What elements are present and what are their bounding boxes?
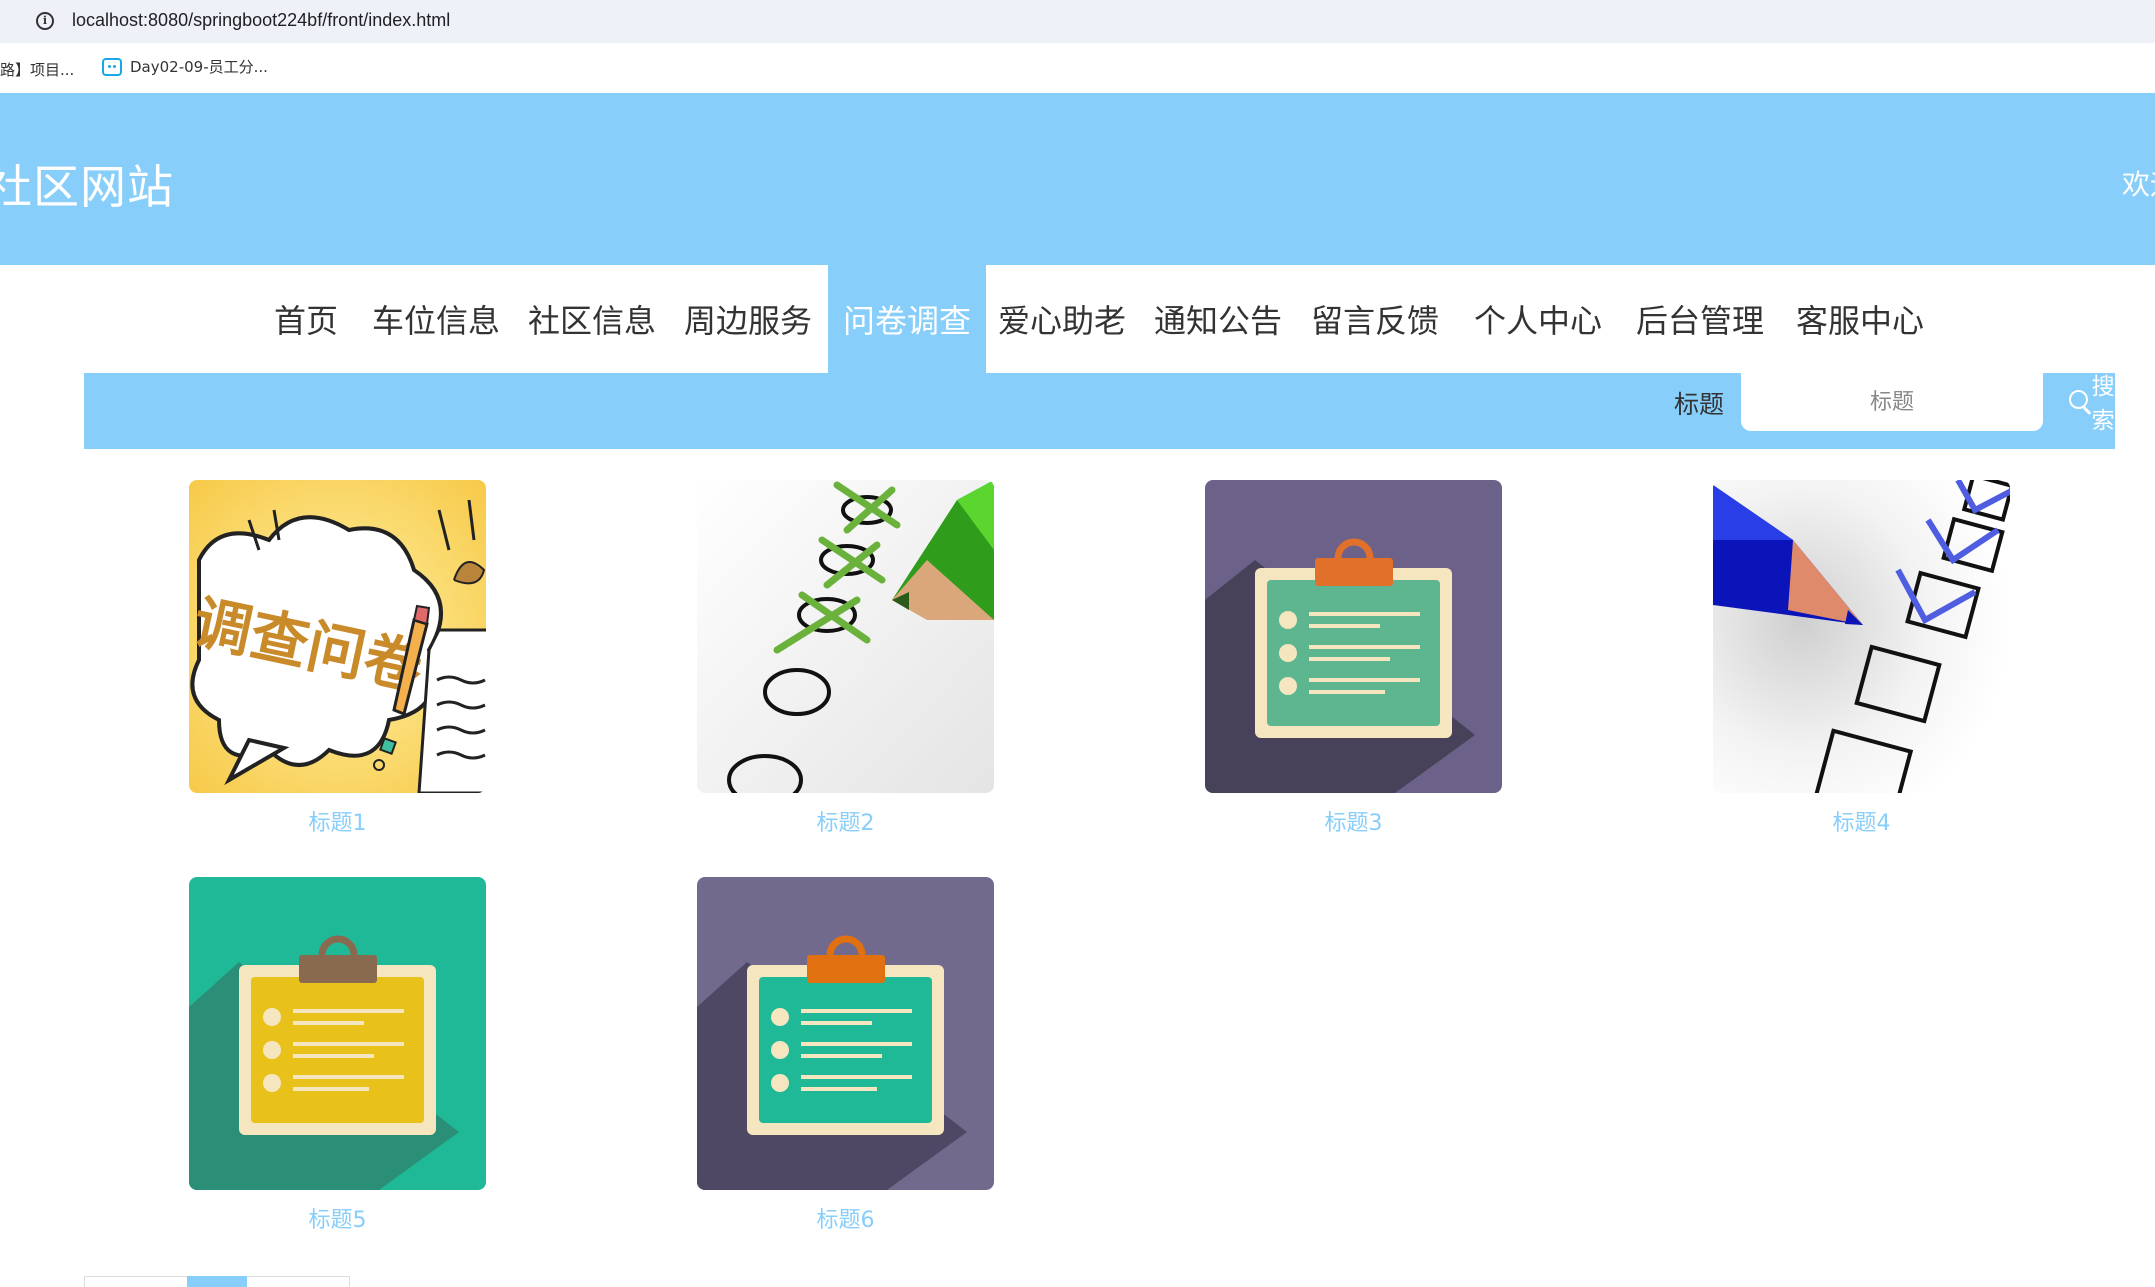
bilibili-icon xyxy=(102,57,122,76)
bookmark-item[interactable]: 路】项目... xyxy=(0,59,74,80)
nav-item-admin[interactable]: 后台管理 xyxy=(1630,265,1770,373)
pagination-active-page[interactable] xyxy=(187,1276,247,1287)
search-icon xyxy=(2069,390,2088,412)
pagination xyxy=(84,1276,350,1287)
card-title[interactable]: 标题1 xyxy=(189,805,486,837)
survey-card[interactable]: 标题2 xyxy=(697,480,994,837)
survey-card[interactable]: 标题5 xyxy=(189,877,486,1234)
clipboard-illustration xyxy=(189,877,486,1190)
survey-thumbnail[interactable] xyxy=(697,480,994,793)
browser-address-bar: i localhost:8080/springboot224bf/front/i… xyxy=(0,0,2155,43)
nav-item-notices[interactable]: 通知公告 xyxy=(1148,265,1288,373)
nav-item-home[interactable]: 首页 xyxy=(262,265,350,373)
clipboard-illustration xyxy=(697,877,994,1190)
main-nav: 首页 车位信息 社区信息 周边服务 问卷调查 爱心助老 通知公告 留言反馈 个人… xyxy=(0,265,2155,373)
survey-thumbnail[interactable] xyxy=(1205,480,1502,793)
nav-item-services[interactable]: 周边服务 xyxy=(678,265,818,373)
survey-thumbnail[interactable] xyxy=(1713,480,2010,793)
nav-item-support[interactable]: 客服中心 xyxy=(1790,265,1930,373)
site-info-icon[interactable]: i xyxy=(36,12,54,30)
clipboard-illustration xyxy=(1205,480,1502,793)
survey-card[interactable]: 标题6 xyxy=(697,877,994,1234)
survey-thumbnail[interactable]: 调查问卷 xyxy=(189,480,486,793)
checkbox-pencil-illustration xyxy=(1713,480,2010,793)
search-input[interactable] xyxy=(1741,373,2043,431)
welcome-text: 欢迎 xyxy=(2122,168,2155,201)
card-title[interactable]: 标题4 xyxy=(1713,805,2010,837)
card-title[interactable]: 标题5 xyxy=(189,1202,486,1234)
search-bar: 标题 搜索 xyxy=(84,373,2115,449)
site-header: 社区网站 欢迎 xyxy=(0,93,2155,265)
card-title[interactable]: 标题6 xyxy=(697,1202,994,1234)
nav-item-survey[interactable]: 问卷调查 xyxy=(828,265,986,373)
bookmark-label: Day02-09-员工分... xyxy=(130,58,268,76)
search-label: 标题 xyxy=(1674,390,1725,419)
card-title[interactable]: 标题2 xyxy=(697,805,994,837)
checklist-pencil-illustration xyxy=(697,480,994,793)
survey-thumbnail[interactable] xyxy=(697,877,994,1190)
survey-card[interactable]: 标题3 xyxy=(1205,480,1502,837)
nav-item-elderly-care[interactable]: 爱心助老 xyxy=(992,265,1132,373)
site-title: 社区网站 xyxy=(0,160,174,214)
bookmarks-bar: 路】项目... Day02-09-员工分... xyxy=(0,43,2155,93)
bookmark-item[interactable]: Day02-09-员工分... xyxy=(102,56,268,77)
search-button[interactable]: 搜索 xyxy=(2069,374,2122,434)
survey-card[interactable]: 标题4 xyxy=(1713,480,2010,837)
card-title[interactable]: 标题3 xyxy=(1205,805,1502,837)
nav-item-feedback[interactable]: 留言反馈 xyxy=(1305,265,1445,373)
search-button-label: 搜索 xyxy=(2091,374,2115,434)
survey-thumbnail[interactable] xyxy=(189,877,486,1190)
survey-card[interactable]: 调查问卷 标题1 xyxy=(189,480,486,837)
survey-speech-bubble-illustration: 调查问卷 xyxy=(189,480,486,793)
address-url[interactable]: localhost:8080/springboot224bf/front/ind… xyxy=(72,10,450,31)
nav-item-community[interactable]: 社区信息 xyxy=(522,265,662,373)
nav-item-parking[interactable]: 车位信息 xyxy=(366,265,506,373)
nav-item-profile[interactable]: 个人中心 xyxy=(1468,265,1608,373)
